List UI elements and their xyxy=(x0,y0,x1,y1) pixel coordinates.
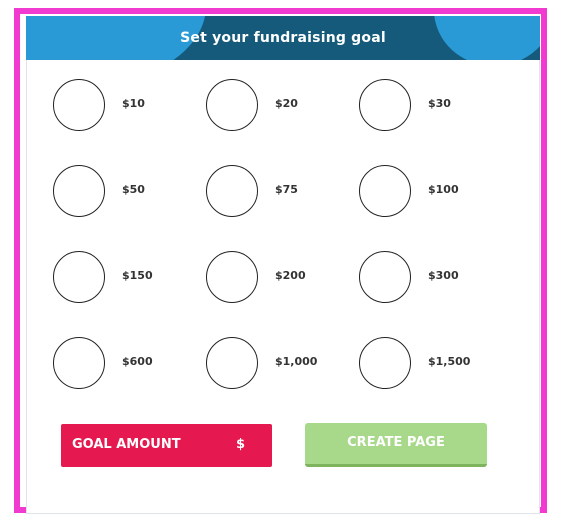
amount-option-200[interactable]: $200 xyxy=(206,251,358,305)
amount-label: $100 xyxy=(428,183,459,196)
radio-circle[interactable] xyxy=(359,165,411,217)
amount-label: $300 xyxy=(428,269,459,282)
radio-circle[interactable] xyxy=(359,251,411,303)
radio-circle[interactable] xyxy=(206,165,258,217)
page-title: Set your fundraising goal xyxy=(180,30,386,46)
radio-circle[interactable] xyxy=(206,251,258,303)
amount-option-30[interactable]: $30 xyxy=(359,79,511,133)
amount-option-100[interactable]: $100 xyxy=(359,165,511,219)
amount-label: $600 xyxy=(122,355,153,368)
create-page-button[interactable]: CREATE PAGE xyxy=(305,423,487,467)
amount-option-10[interactable]: $10 xyxy=(53,79,205,133)
amount-label: $50 xyxy=(122,183,145,196)
amount-label: $1,000 xyxy=(275,355,318,368)
amount-label: $10 xyxy=(122,97,145,110)
radio-circle[interactable] xyxy=(359,79,411,131)
amount-option-1500[interactable]: $1,500 xyxy=(359,337,511,391)
radio-circle[interactable] xyxy=(206,337,258,389)
radio-circle[interactable] xyxy=(53,337,105,389)
currency-symbol: $ xyxy=(236,437,246,452)
amount-option-20[interactable]: $20 xyxy=(206,79,358,133)
amount-option-150[interactable]: $150 xyxy=(53,251,205,305)
amount-option-300[interactable]: $300 xyxy=(359,251,511,305)
amount-option-50[interactable]: $50 xyxy=(53,165,205,219)
amount-option-600[interactable]: $600 xyxy=(53,337,205,391)
amount-label: $1,500 xyxy=(428,355,471,368)
amount-option-1000[interactable]: $1,000 xyxy=(206,337,358,391)
goal-amount-label: GOAL AMOUNT xyxy=(72,437,181,452)
radio-circle[interactable] xyxy=(53,79,105,131)
radio-circle[interactable] xyxy=(206,79,258,131)
radio-circle[interactable] xyxy=(359,337,411,389)
amount-label: $75 xyxy=(275,183,298,196)
amount-label: $30 xyxy=(428,97,451,110)
amount-label: $20 xyxy=(275,97,298,110)
radio-circle[interactable] xyxy=(53,251,105,303)
amount-option-75[interactable]: $75 xyxy=(206,165,358,219)
amount-label: $200 xyxy=(275,269,306,282)
radio-circle[interactable] xyxy=(53,165,105,217)
goal-amount-input[interactable]: GOAL AMOUNT $ xyxy=(61,424,272,467)
header-banner: Set your fundraising goal xyxy=(26,16,540,60)
amount-label: $150 xyxy=(122,269,153,282)
